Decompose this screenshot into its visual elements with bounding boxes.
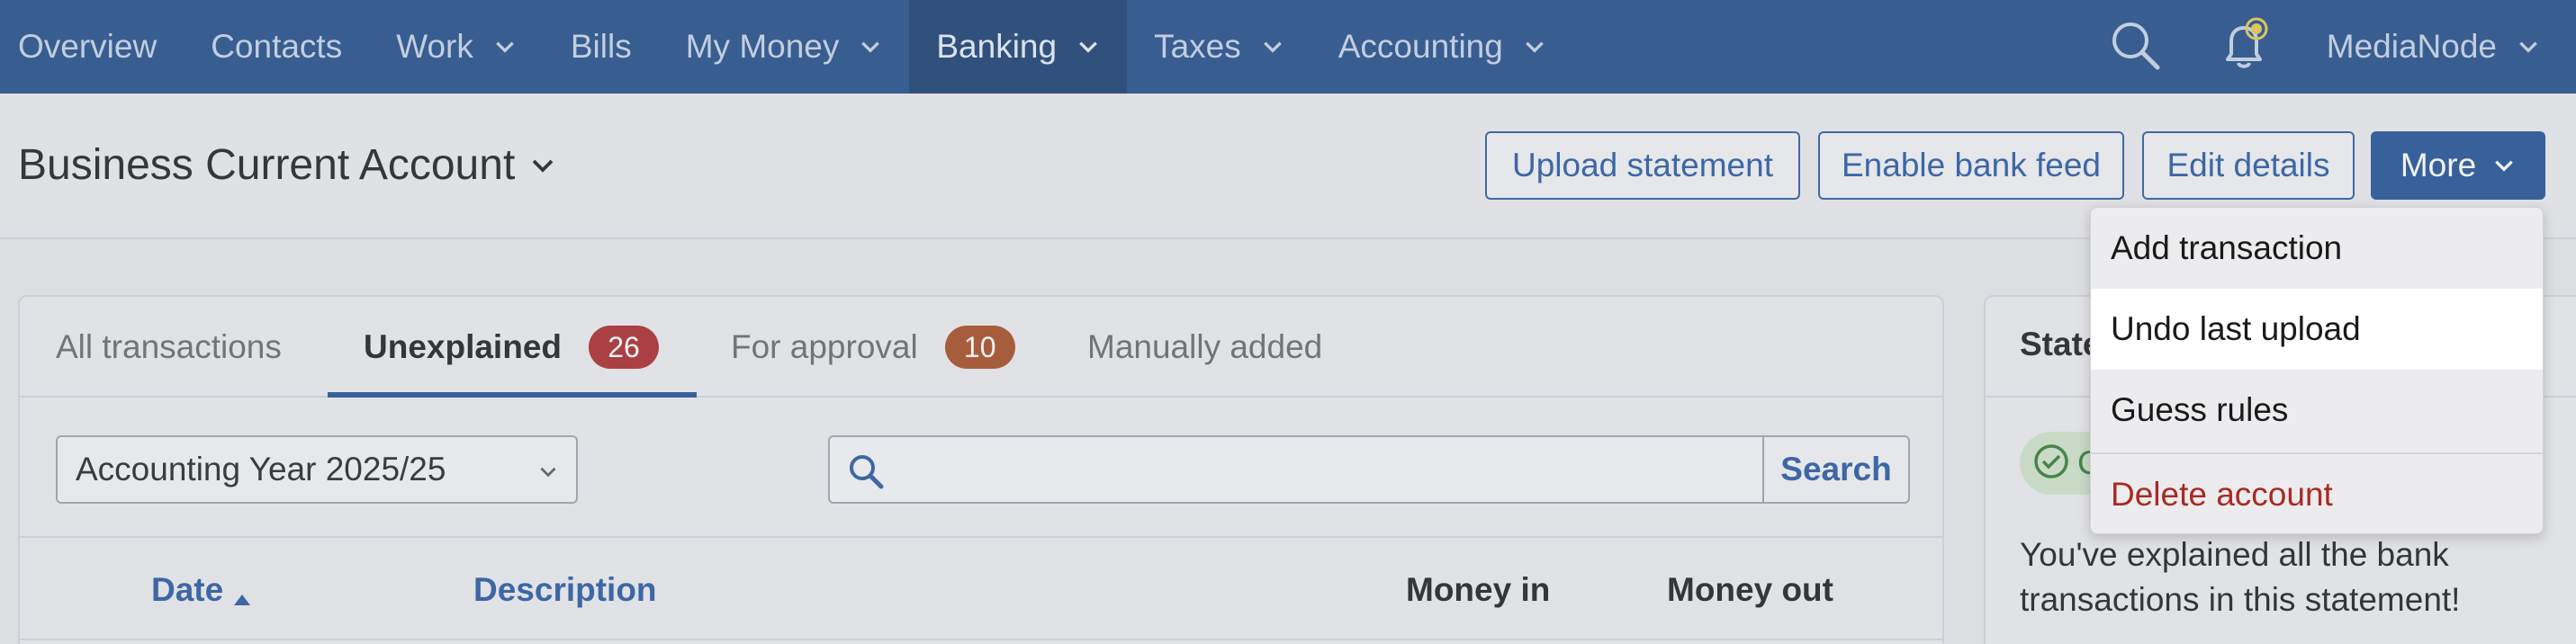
chevron-down-icon <box>529 152 556 179</box>
search-button[interactable] <box>2082 0 2188 94</box>
enable-bank-feed-label: Enable bank feed <box>1841 147 2101 183</box>
chevron-down-icon <box>536 460 560 483</box>
tab-for-approval-label: For approval <box>731 328 918 365</box>
nav-banking[interactable]: Banking <box>909 0 1128 94</box>
tab-unexplained-label: Unexplained <box>364 328 562 365</box>
tab-for-approval[interactable]: For approval 10 <box>731 297 1015 398</box>
nav-overview-label: Overview <box>18 28 158 65</box>
column-money-out-label: Money out <box>1667 571 1833 608</box>
menu-item-delete-account-label: Delete account <box>2111 476 2333 513</box>
chevron-down-icon <box>2517 35 2540 58</box>
search-submit-button[interactable]: Search <box>1762 437 1908 502</box>
search-icon <box>846 452 886 491</box>
chevron-down-icon <box>493 35 517 58</box>
nav-taxes[interactable]: Taxes <box>1127 0 1311 94</box>
edit-details-label: Edit details <box>2166 147 2330 183</box>
top-navigation: Overview Contacts Work Bills My Money Ba… <box>0 0 2576 94</box>
search-input[interactable] <box>895 437 1705 502</box>
upload-statement-label: Upload statement <box>1511 147 1773 183</box>
menu-item-add-transaction-label: Add transaction <box>2111 229 2343 266</box>
menu-item-guess-rules-label: Guess rules <box>2111 391 2289 428</box>
more-button[interactable]: More <box>2371 131 2545 200</box>
column-date-label: Date <box>151 571 224 608</box>
tab-unexplained[interactable]: Unexplained 26 <box>364 297 659 398</box>
menu-item-add-transaction[interactable]: Add transaction <box>2091 208 2543 289</box>
transaction-search: Search <box>828 435 1910 504</box>
account-selector[interactable]: Business Current Account <box>18 140 556 190</box>
tab-manually-added[interactable]: Manually added <box>1087 297 1322 398</box>
chevron-down-icon <box>859 35 882 58</box>
menu-item-undo-last-upload[interactable]: Undo last upload <box>2091 289 2543 370</box>
nav-my-money[interactable]: My Money <box>659 0 910 94</box>
menu-item-undo-last-upload-label: Undo last upload <box>2111 310 2361 347</box>
bell-icon <box>2215 16 2273 78</box>
tab-all-transactions[interactable]: All transactions <box>56 297 282 398</box>
column-description-label: Description <box>473 571 657 608</box>
tab-manually-added-label: Manually added <box>1087 328 1323 365</box>
nav-accounting-label: Accounting <box>1338 28 1503 65</box>
for-approval-count-badge: 10 <box>944 326 1015 369</box>
sort-ascending-icon <box>232 580 252 605</box>
nav-bills-label: Bills <box>570 28 632 65</box>
search-icon <box>2109 19 2161 76</box>
page-title: Business Current Account <box>18 141 516 189</box>
chevron-down-icon <box>1076 35 1100 58</box>
column-date[interactable]: Date <box>151 540 252 640</box>
filters-bar: Accounting Year 2025/25 Search <box>20 399 1942 538</box>
nav-overview[interactable]: Overview <box>0 0 184 94</box>
check-circle-icon <box>2032 443 2070 485</box>
transactions-panel: All transactions Unexplained 26 For appr… <box>18 295 1944 644</box>
notifications-button[interactable] <box>2188 0 2300 94</box>
column-money-in-label: Money in <box>1406 571 1551 608</box>
nav-right-group: MediaNode <box>2082 0 2576 94</box>
more-label: More <box>2400 147 2477 183</box>
nav-taxes-label: Taxes <box>1154 28 1241 65</box>
chevron-down-icon <box>1261 35 1284 58</box>
column-description[interactable]: Description <box>473 540 657 640</box>
menu-item-guess-rules[interactable]: Guess rules <box>2091 370 2543 451</box>
transaction-tabs: All transactions Unexplained 26 For appr… <box>20 297 1942 398</box>
upload-statement-button[interactable]: Upload statement <box>1485 131 1800 200</box>
statement-message: You've explained all the bank transactio… <box>2020 536 2461 618</box>
nav-contacts-label: Contacts <box>211 28 343 65</box>
menu-item-delete-account[interactable]: Delete account <box>2091 454 2543 535</box>
nav-work[interactable]: Work <box>369 0 544 94</box>
user-name: MediaNode <box>2326 28 2497 65</box>
tab-all-transactions-label: All transactions <box>56 328 282 365</box>
enable-bank-feed-button[interactable]: Enable bank feed <box>1818 131 2124 200</box>
nav-bills[interactable]: Bills <box>544 0 659 94</box>
unexplained-count-badge: 26 <box>589 326 659 369</box>
table-header: Date Description Money in Money out <box>20 540 1942 640</box>
nav-contacts[interactable]: Contacts <box>184 0 369 94</box>
active-tab-indicator <box>328 392 697 398</box>
nav-my-money-label: My Money <box>685 28 840 65</box>
chevron-down-icon <box>1523 35 1546 58</box>
search-submit-label: Search <box>1780 451 1892 487</box>
chevron-down-icon <box>2492 154 2516 177</box>
nav-banking-label: Banking <box>936 28 1058 65</box>
nav-work-label: Work <box>396 28 473 65</box>
column-money-in: Money in <box>1406 540 1550 640</box>
more-dropdown-menu: Add transaction Undo last upload Guess r… <box>2090 207 2544 534</box>
edit-details-button[interactable]: Edit details <box>2142 131 2355 200</box>
statement-panel-title: State <box>2020 326 2102 362</box>
accounting-year-select[interactable]: Accounting Year 2025/25 <box>56 435 578 504</box>
user-menu[interactable]: MediaNode <box>2300 0 2576 94</box>
accounting-year-value: Accounting Year 2025/25 <box>76 451 446 487</box>
nav-accounting[interactable]: Accounting <box>1311 0 1573 94</box>
column-money-out: Money out <box>1667 540 1833 640</box>
